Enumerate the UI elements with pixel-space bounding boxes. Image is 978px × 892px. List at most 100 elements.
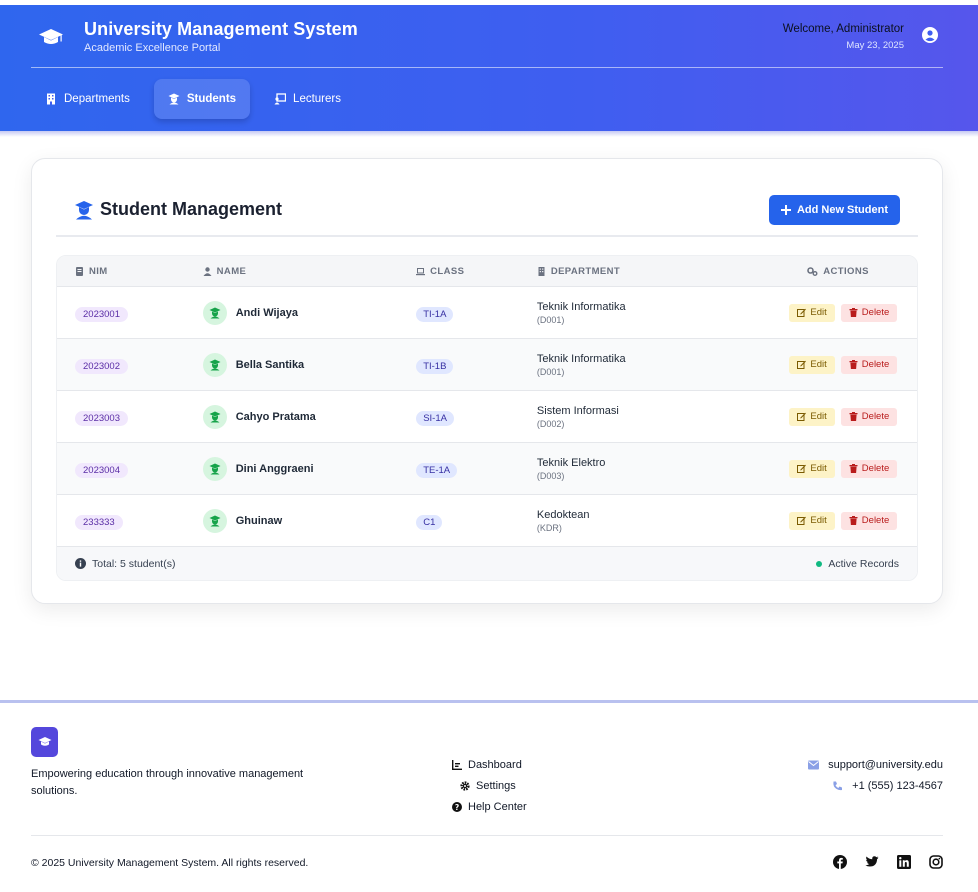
table-header: NIM NAME CLASS DEPARTMENT ACTIONS	[57, 256, 917, 287]
nav-departments[interactable]: Departments	[31, 79, 144, 119]
total-count-text: Total: 5 student(s)	[92, 557, 176, 570]
department-name: Teknik Elektro	[536, 456, 606, 469]
edit-icon	[797, 360, 807, 369]
footer-link-dashboard[interactable]: Dashboard	[452, 754, 527, 775]
class-cell: C1	[416, 512, 537, 530]
welcome-text: Welcome, Administrator	[782, 23, 904, 35]
edit-button[interactable]: Edit	[789, 407, 835, 426]
th-actions-label: ACTIONS	[823, 265, 869, 277]
class-cell: SI-1A	[416, 408, 537, 426]
delete-button[interactable]: Delete	[840, 511, 898, 530]
department-code: (D001)	[536, 366, 565, 377]
edit-icon	[797, 308, 807, 317]
department-cell: Sistem Informasi (D002)	[537, 405, 750, 429]
table-row: 233333 Ghuinaw C1 Kedoktean (KDR) Edit D…	[57, 495, 917, 547]
instagram-icon[interactable]	[929, 855, 943, 869]
department-name: Kedoktean	[536, 508, 590, 521]
name-cell: Dini Anggraeni	[202, 456, 417, 481]
page-title: Student Management	[74, 199, 282, 220]
edit-button[interactable]: Edit	[789, 459, 835, 478]
student-avatar	[202, 300, 227, 325]
nim-cell: 2023003	[57, 408, 203, 426]
actions-cell: Edit Delete	[749, 511, 917, 530]
footer-divider	[31, 835, 943, 836]
gears-icon	[807, 266, 818, 276]
nav-lecturers[interactable]: Lecturers	[260, 79, 355, 119]
name-cell: Andi Wijaya	[202, 300, 417, 325]
footer-email[interactable]: support@university.edu	[808, 754, 943, 775]
edit-icon	[797, 412, 807, 421]
class-cell: TI-1A	[416, 304, 537, 322]
envelope-icon	[808, 760, 820, 769]
department-cell: Teknik Elektro (D003)	[537, 457, 750, 481]
twitter-icon[interactable]	[865, 855, 879, 869]
linkedin-icon[interactable]	[897, 855, 911, 869]
facebook-icon[interactable]	[833, 855, 847, 869]
graduation-cap-icon	[38, 27, 64, 47]
department-name: Sistem Informasi	[536, 404, 619, 417]
header-shadow	[0, 131, 978, 137]
student-avatar	[202, 404, 227, 429]
user-icon	[203, 266, 212, 276]
edit-button[interactable]: Edit	[789, 511, 835, 530]
delete-button[interactable]: Delete	[840, 303, 898, 322]
building-icon	[47, 93, 55, 105]
graduate-icon	[168, 93, 180, 105]
app-title: University Management System	[84, 19, 358, 39]
delete-label: Delete	[861, 463, 890, 474]
gear-icon	[460, 780, 470, 791]
graduate-icon	[209, 515, 221, 527]
add-student-button[interactable]: Add New Student	[768, 195, 900, 225]
status-dot	[816, 560, 823, 567]
name-cell: Cahyo Pratama	[202, 404, 417, 429]
nav-students-label: Students	[186, 93, 237, 105]
student-avatar	[202, 352, 227, 377]
th-name-label: NAME	[216, 265, 247, 277]
table-row: 2023001 Andi Wijaya TI-1A Teknik Informa…	[57, 287, 917, 339]
class-badge: C1	[416, 514, 443, 530]
copyright-text: © 2025 University Management System. All…	[31, 857, 309, 869]
nav-lecturers-label: Lecturers	[293, 93, 341, 105]
trash-icon	[849, 464, 858, 473]
svg-text:?: ?	[455, 802, 459, 811]
user-circle-icon[interactable]	[922, 27, 938, 43]
delete-button[interactable]: Delete	[840, 459, 898, 478]
nav-departments-label: Departments	[64, 93, 130, 105]
nav-students[interactable]: Students	[153, 79, 251, 119]
table-footer: Total: 5 student(s) Active Records	[57, 547, 917, 580]
table-row: 2023003 Cahyo Pratama SI-1A Sistem Infor…	[57, 391, 917, 443]
delete-label: Delete	[861, 307, 890, 318]
footer-phone[interactable]: +1 (555) 123-4567	[808, 775, 943, 796]
table-row: 2023002 Bella Santika TI-1B Teknik Infor…	[57, 339, 917, 391]
actions-cell: Edit Delete	[749, 459, 917, 478]
question-circle-icon: ?	[452, 801, 462, 812]
footer-link-help[interactable]: ? Help Center	[452, 796, 527, 817]
delete-label: Delete	[861, 515, 890, 526]
edit-label: Edit	[810, 463, 827, 474]
header-divider	[31, 67, 943, 68]
building-icon	[538, 266, 545, 276]
delete-button[interactable]: Delete	[840, 407, 898, 426]
th-nim: NIM	[57, 266, 203, 277]
add-student-label: Add New Student	[796, 204, 888, 216]
trash-icon	[849, 516, 858, 525]
footer-top-border	[0, 700, 978, 703]
trash-icon	[849, 360, 858, 369]
footer-logo	[31, 727, 58, 757]
active-records-text: Active Records	[828, 557, 899, 570]
delete-button[interactable]: Delete	[840, 355, 898, 374]
student-name: Bella Santika	[235, 358, 305, 371]
nim-badge: 2023004	[75, 462, 128, 478]
class-badge: TE-1A	[416, 462, 458, 478]
delete-label: Delete	[861, 359, 890, 370]
footer-links: Dashboard Settings ? Help Center	[452, 754, 527, 817]
th-name: NAME	[203, 266, 416, 277]
trash-icon	[849, 308, 858, 317]
edit-button[interactable]: Edit	[789, 303, 835, 322]
footer-link-settings[interactable]: Settings	[460, 775, 527, 796]
department-name: Teknik Informatika	[536, 300, 626, 313]
class-badge: TI-1B	[416, 358, 454, 374]
edit-label: Edit	[810, 359, 827, 370]
student-avatar	[202, 508, 227, 533]
edit-button[interactable]: Edit	[789, 355, 835, 374]
